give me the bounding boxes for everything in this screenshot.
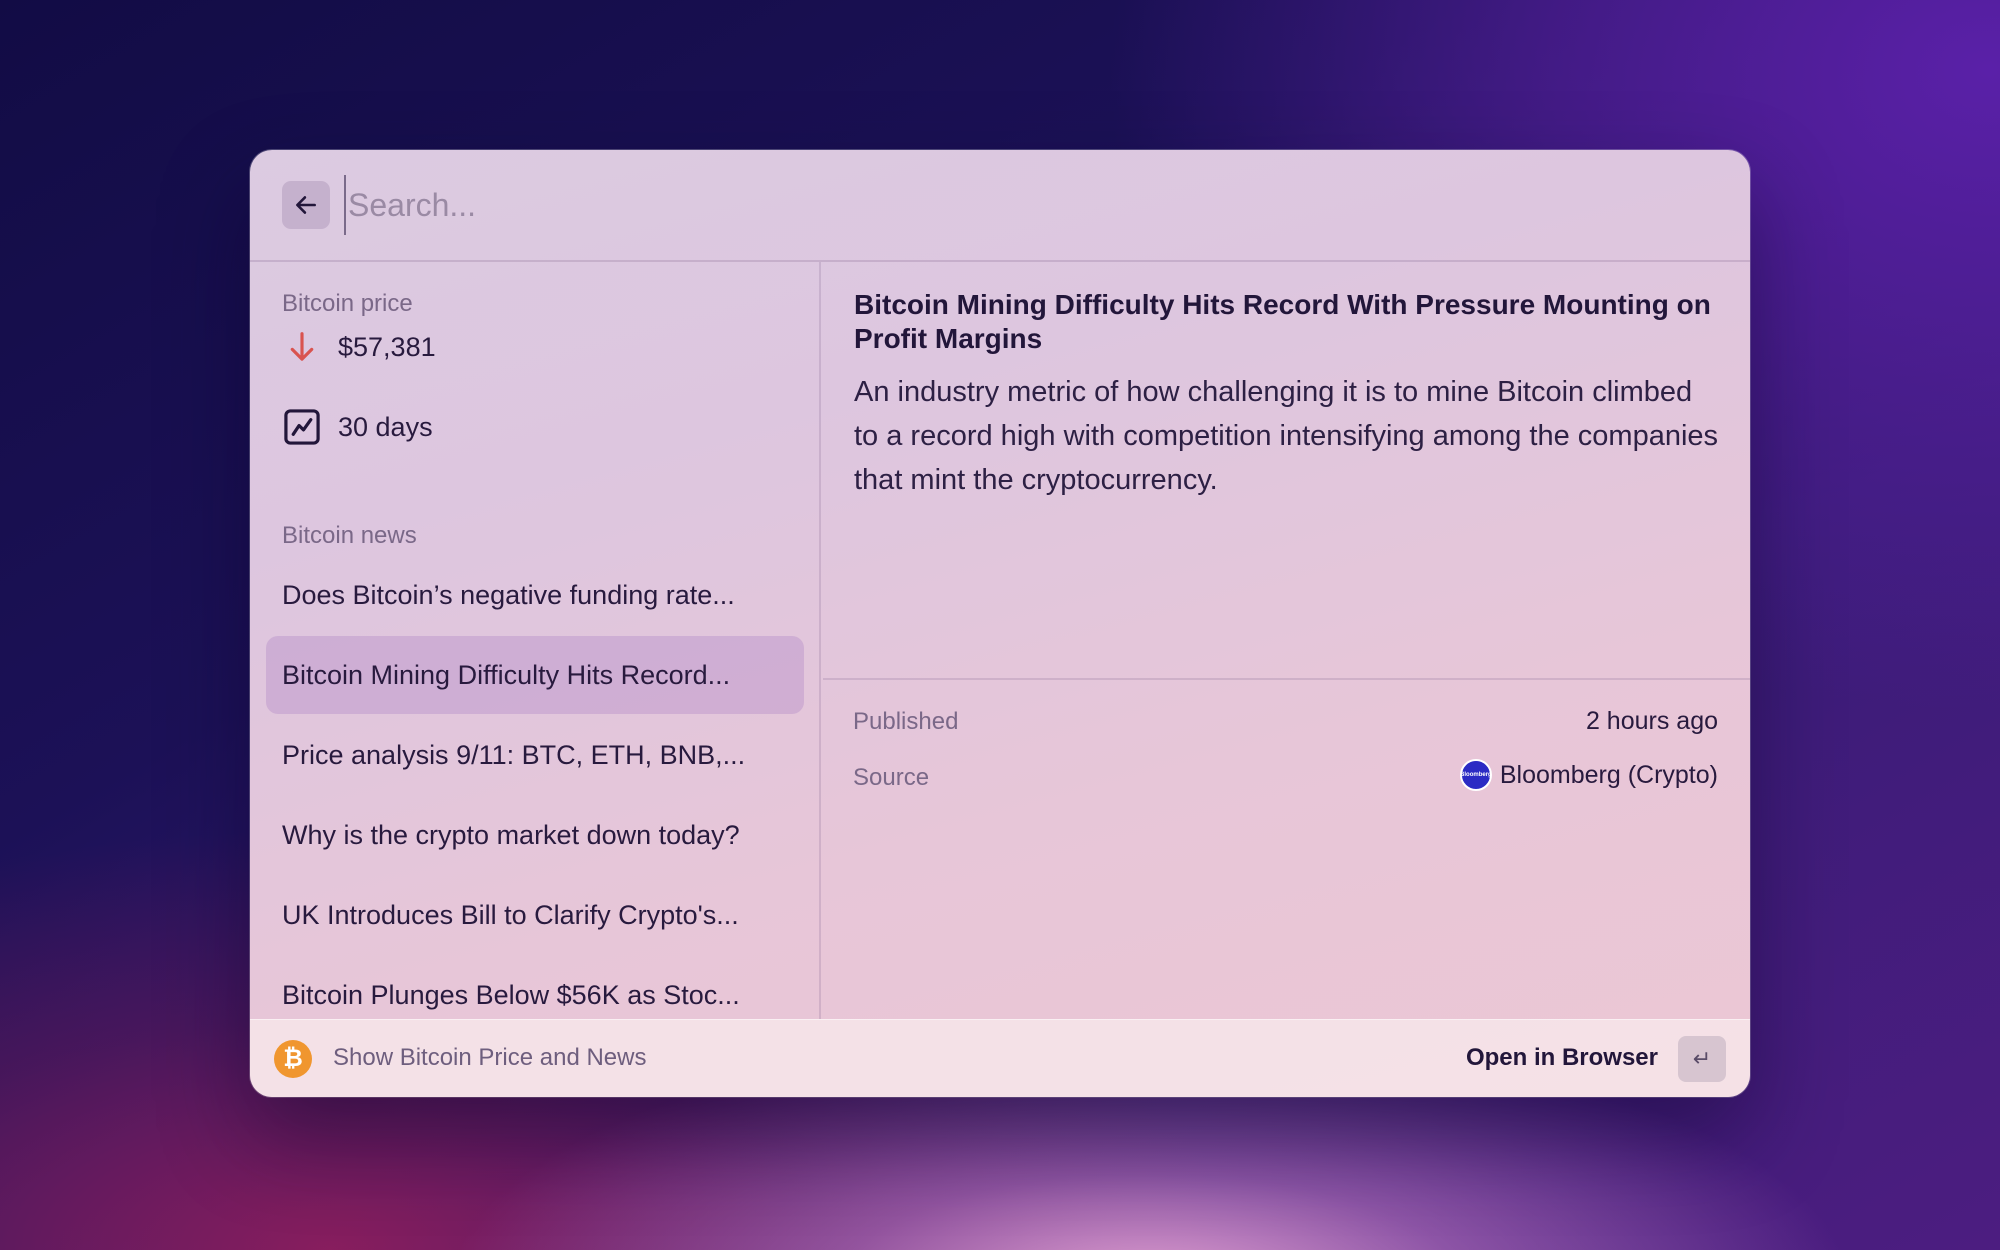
results-list[interactable]: Bitcoin price $57,381 30 days Bitcoin ne…	[250, 262, 821, 1019]
back-button[interactable]	[282, 181, 330, 229]
return-key-icon[interactable]: ↵	[1678, 1036, 1726, 1082]
list-item-label: 30 days	[338, 411, 433, 442]
arrow-down-icon	[282, 327, 322, 367]
launcher-window: Bitcoin price $57,381 30 days Bitcoin ne…	[250, 150, 1750, 1097]
news-item[interactable]: Bitcoin Plunges Below $56K as Stoc...	[266, 956, 804, 1019]
news-item-label: Why is the crypto market down today?	[282, 819, 740, 850]
list-item-30-days[interactable]: 30 days	[266, 388, 804, 466]
news-item-label: Bitcoin Mining Difficulty Hits Record...	[282, 659, 731, 690]
list-item-label: $57,381	[338, 331, 436, 362]
bloomberg-logo-icon: Bloomberg	[1459, 759, 1492, 791]
news-item-label: Bitcoin Plunges Below $56K as Stoc...	[282, 979, 740, 1010]
list-item-price[interactable]: $57,381	[266, 308, 804, 386]
news-item[interactable]: Why is the crypto market down today?	[266, 796, 804, 874]
open-in-browser-button[interactable]: Open in Browser	[1466, 1044, 1658, 1072]
action-bar: ₿ Show Bitcoin Price and News Open in Br…	[250, 1019, 1750, 1097]
published-value: 2 hours ago	[1586, 707, 1718, 736]
news-item[interactable]: Price analysis 9/11: BTC, ETH, BNB,...	[266, 716, 804, 794]
news-item[interactable]: Does Bitcoin’s negative funding rate...	[266, 556, 804, 634]
news-item-label: Price analysis 9/11: BTC, ETH, BNB,...	[282, 739, 746, 770]
bitcoin-icon: ₿	[274, 1040, 312, 1078]
source-name: Bloomberg (Crypto)	[1499, 760, 1718, 789]
news-item-label: Does Bitcoin’s negative funding rate...	[282, 579, 735, 610]
source-value: Bloomberg Bloomberg (Crypto)	[1459, 759, 1718, 791]
news-item[interactable]: UK Introduces Bill to Clarify Crypto's..…	[266, 876, 804, 954]
published-time: 2 hours ago	[1585, 707, 1718, 735]
news-item-selected[interactable]: Bitcoin Mining Difficulty Hits Record...	[266, 636, 804, 714]
published-label: Published	[853, 708, 959, 735]
metadata-panel: Published 2 hours ago Source Bloomberg B…	[823, 678, 1750, 1019]
detail-pane: Bitcoin Mining Difficulty Hits Record Wi…	[823, 262, 1750, 1019]
command-title: Show Bitcoin Price and News	[333, 1044, 647, 1071]
search-bar	[250, 150, 1750, 262]
source-label: Source	[853, 764, 930, 791]
article-title: Bitcoin Mining Difficulty Hits Record Wi…	[854, 289, 1711, 354]
article-summary: An industry metric of how challenging it…	[854, 376, 1719, 496]
section-title-bitcoin-news: Bitcoin news	[282, 522, 417, 549]
news-item-label: UK Introduces Bill to Clarify Crypto's..…	[282, 899, 739, 930]
chart-line-icon	[282, 407, 322, 447]
search-input[interactable]	[344, 175, 1544, 235]
arrow-left-icon	[296, 196, 316, 214]
